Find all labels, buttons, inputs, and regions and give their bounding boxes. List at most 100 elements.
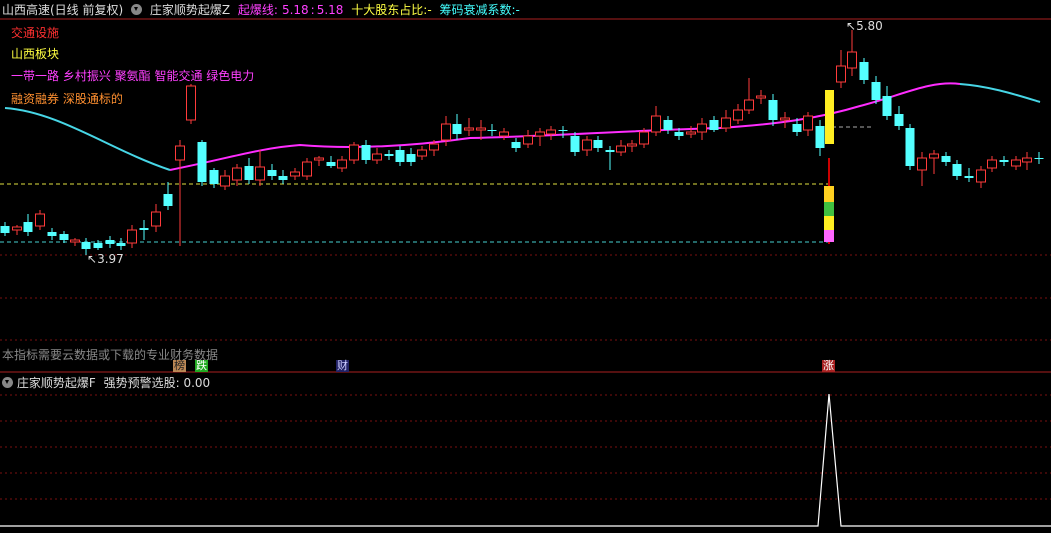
candle-body-up bbox=[546, 129, 556, 135]
sub-indicator-dropdown-icon[interactable] bbox=[2, 377, 13, 388]
candle-body-up bbox=[151, 211, 161, 227]
candle-body-up bbox=[803, 115, 813, 131]
margin-label: 融资融券 深股通标的 bbox=[11, 92, 123, 106]
concepts-label: 一带一路 乡村振兴 聚氨酯 智能交通 绿色电力 bbox=[11, 69, 255, 83]
marker-die[interactable]: 跌 bbox=[195, 360, 208, 372]
chart-header: 山西高速(日线 前复权) 庄家顺势起爆Z 起爆线: 5.18:5.18 十大股东占… bbox=[2, 1, 524, 19]
signal-flame-base bbox=[824, 230, 834, 242]
candle-body-up bbox=[441, 123, 451, 141]
candle-body-down bbox=[882, 96, 892, 116]
candle-body-down bbox=[894, 114, 904, 126]
candle-body-down bbox=[815, 126, 825, 148]
candle-body-up bbox=[302, 161, 312, 177]
sub-signal-line bbox=[0, 393, 1051, 527]
sub-indicator-name[interactable]: 庄家顺势起爆F bbox=[17, 376, 96, 390]
region-label: 山西板块 bbox=[11, 47, 60, 61]
candle-body-up bbox=[582, 139, 592, 151]
candle-body-up bbox=[417, 149, 427, 157]
candle-body-down bbox=[406, 154, 416, 162]
signal-bar bbox=[824, 90, 834, 244]
candle-body-down bbox=[964, 176, 974, 178]
candle-body-up bbox=[987, 159, 997, 169]
candle-body-down bbox=[59, 234, 69, 240]
sub-indicator-line bbox=[0, 393, 1051, 527]
candle-body-up bbox=[220, 175, 230, 187]
candle-body-up bbox=[127, 229, 137, 244]
candle-body-up bbox=[290, 171, 300, 177]
low-price-value: 3.97 bbox=[97, 252, 124, 266]
marker-cai[interactable]: 财 bbox=[336, 360, 349, 372]
candle-body-down bbox=[570, 136, 580, 152]
candle-body-down bbox=[361, 145, 371, 160]
candle-body-down bbox=[941, 156, 951, 162]
candle-body-down bbox=[768, 100, 778, 120]
candle-body-down bbox=[93, 243, 103, 248]
candle-body-down bbox=[197, 142, 207, 182]
candle-body-down bbox=[452, 124, 462, 134]
candle-body-down bbox=[116, 243, 126, 246]
candle-body-down bbox=[558, 130, 568, 131]
candle-body-up bbox=[976, 169, 986, 183]
candle-body-down bbox=[605, 150, 615, 152]
marker-zhang[interactable]: 涨 bbox=[822, 360, 835, 372]
low-price-label: ↖3.97 bbox=[87, 252, 124, 266]
candle-body-down bbox=[905, 128, 915, 166]
candle-body-up bbox=[836, 65, 846, 83]
candle-body-up bbox=[639, 131, 649, 145]
candle-body-up bbox=[733, 109, 743, 121]
candle-body-up bbox=[35, 213, 45, 227]
signal-label: 强势预警选股: bbox=[103, 376, 180, 390]
candle-body-down bbox=[511, 142, 521, 148]
indicator-name[interactable]: 庄家顺势起爆Z bbox=[150, 3, 230, 17]
candle-body-up bbox=[721, 117, 731, 129]
candle-body-up bbox=[314, 157, 324, 161]
stock-title: 山西高速(日线 前复权) bbox=[2, 3, 124, 17]
industry-label: 交通设施 bbox=[11, 26, 60, 40]
holders-value: - bbox=[427, 3, 432, 17]
candle-body-up bbox=[186, 85, 196, 121]
candle-body-up bbox=[464, 127, 474, 131]
signal-flame-mid bbox=[824, 202, 834, 216]
grid-lines bbox=[0, 18, 1051, 500]
candle-body-up bbox=[917, 157, 927, 171]
candle-body-up bbox=[255, 166, 265, 181]
candles bbox=[0, 30, 1044, 255]
candle-body-up bbox=[744, 99, 754, 111]
candle-body-down bbox=[244, 166, 254, 180]
candle-body-up bbox=[697, 123, 707, 133]
candle-body-down bbox=[395, 150, 405, 162]
ma-cyan-right bbox=[959, 83, 1041, 103]
decay-label: 筹码衰减系数: bbox=[439, 3, 516, 17]
candle-body-down bbox=[384, 154, 394, 156]
signal-value: 0.00 bbox=[183, 376, 211, 390]
high-price-value: 5.80 bbox=[856, 19, 883, 33]
candle-body-down bbox=[0, 226, 10, 233]
candle-body-up bbox=[70, 239, 80, 243]
candle-body-down bbox=[792, 124, 802, 132]
ma-cyan-left bbox=[4, 107, 171, 171]
decay-value: - bbox=[515, 3, 520, 17]
line-value-2: 5.18 bbox=[316, 3, 344, 17]
candle-body-up bbox=[372, 153, 382, 161]
candle-body-up bbox=[349, 144, 359, 161]
candle-body-down bbox=[267, 170, 277, 176]
line-sep: : bbox=[310, 3, 315, 17]
high-price-label: ↖5.80 bbox=[846, 19, 883, 33]
holders-label: 十大股东占比: bbox=[351, 3, 428, 17]
candle-body-up bbox=[847, 51, 857, 69]
signal-yellow-bar bbox=[825, 90, 834, 144]
candle-body-down bbox=[674, 132, 684, 136]
candle-body-up bbox=[929, 153, 939, 159]
candle-body-down bbox=[105, 240, 115, 244]
candle-body-up bbox=[535, 131, 545, 137]
candle-body-up bbox=[476, 127, 486, 131]
candle-body-up bbox=[780, 117, 790, 121]
line-label: 起爆线: bbox=[237, 3, 278, 17]
candle-body-down bbox=[326, 162, 336, 166]
candle-body-up bbox=[756, 95, 766, 99]
candle-body-down bbox=[593, 140, 603, 148]
candle-body-down bbox=[663, 120, 673, 130]
marker-bang[interactable]: 榜 bbox=[173, 360, 186, 372]
candle-body-up bbox=[175, 145, 185, 161]
indicator-dropdown-icon[interactable] bbox=[131, 4, 143, 15]
